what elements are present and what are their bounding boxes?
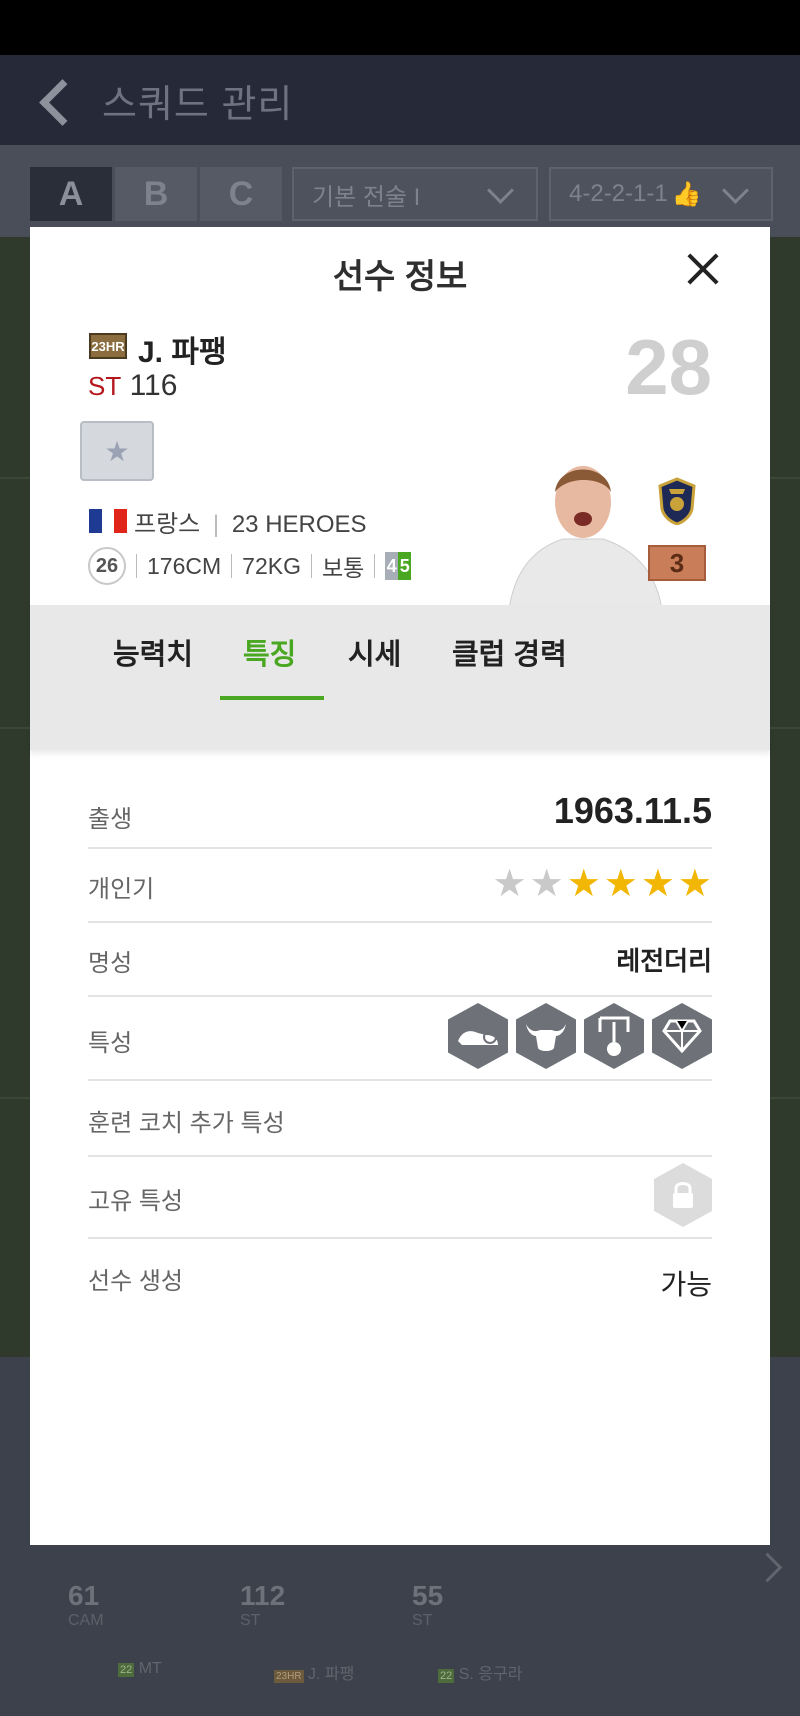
squad-toolbar: A B C 기본 전술 I 4-2-2-1-1 👍 [0, 145, 800, 237]
close-icon[interactable] [681, 249, 725, 293]
tactic-select[interactable]: 기본 전술 I [292, 167, 538, 221]
body-type-value: 보통 [321, 555, 365, 581]
status-bar [0, 0, 800, 55]
player-info-modal: 선수 정보 23HR J. 파팽 ST 116 28 ★ 프랑스 | 23 HE… [30, 227, 770, 1545]
team-crest-icon [658, 477, 696, 525]
unique-traits-row: 고유 특성 [88, 1155, 712, 1239]
left-foot-value: 4 [385, 552, 399, 580]
bench-player-ovr: 112 [240, 1580, 286, 1611]
star-filled-icon: ★ [603, 863, 638, 905]
star-filled-icon: ★ [640, 863, 675, 905]
modal-title: 선수 정보 [332, 258, 468, 296]
active-tab-indicator [220, 696, 324, 700]
chevron-down-icon [487, 177, 514, 204]
tab-club-history[interactable]: 클럽 경력 [452, 631, 567, 673]
popularity-row: 개인기 ★ ★ ★ ★ ★ ★ [88, 847, 712, 923]
bench-player-badge: 22 [118, 1663, 135, 1677]
traits-row: 특성 [88, 995, 712, 1081]
squad-tab-b[interactable]: B [115, 167, 197, 221]
bench-player-card[interactable]: 61 CAM [68, 1580, 104, 1630]
bench-player-card[interactable]: 55 ST [412, 1580, 443, 1630]
birth-row: 출생 1963.11.5 [88, 785, 712, 849]
star-filled-icon: ★ [677, 863, 712, 905]
traits-icons [448, 1003, 712, 1069]
bench-player-card[interactable]: 112 ST [240, 1580, 285, 1630]
season-badge: 23HR [89, 333, 127, 359]
formation-select[interactable]: 4-2-2-1-1 👍 [549, 167, 773, 221]
position-ovr-value: 116 [129, 369, 178, 402]
overall-rating: 28 [625, 323, 712, 411]
age-badge: 26 [88, 547, 126, 585]
chevron-down-icon [722, 177, 749, 204]
formation-select-value: 4-2-2-1-1 [569, 180, 668, 207]
coach-traits-label: 훈련 코치 추가 특성 [88, 1110, 285, 1137]
height-value: 176CM [147, 552, 222, 579]
squad-tab-a[interactable]: A [30, 167, 112, 221]
diamond-icon[interactable] [652, 1003, 712, 1069]
popularity-label: 개인기 [88, 876, 155, 903]
creation-row: 선수 생성 가능 [88, 1237, 712, 1317]
reputation-value: 레전더리 [616, 946, 712, 976]
bench-player-pos: ST [412, 1612, 433, 1629]
back-arrow-icon[interactable] [30, 70, 90, 130]
bench-player-pos: ST [240, 1612, 261, 1629]
creation-value: 가능 [660, 1269, 712, 1300]
bench-player-badge: 22 [438, 1669, 455, 1683]
coach-traits-row: 훈련 코치 추가 특성 [88, 1079, 712, 1157]
popularity-stars: ★ ★ ★ ★ ★ ★ [493, 865, 712, 903]
locked-trait [654, 1163, 712, 1227]
player-name: J. 파팽 [138, 336, 227, 369]
goal-poacher-icon[interactable] [584, 1003, 644, 1069]
bench-player-badge: 23HR [274, 1670, 304, 1683]
finesse-shot-icon[interactable] [448, 1003, 508, 1069]
enhancement-grade-badge: 3 [648, 545, 706, 581]
tab-price[interactable]: 시세 [348, 631, 401, 673]
reputation-row: 명성 레전더리 [88, 921, 712, 997]
france-flag-icon [89, 509, 128, 533]
creation-label: 선수 생성 [88, 1268, 183, 1295]
position-ovr: ST 116 [88, 369, 177, 403]
bench-player-ovr: 55 [412, 1580, 444, 1611]
page-title: 스쿼드 관리 [102, 83, 294, 126]
foot-ratings: 4 5 [385, 552, 412, 580]
birth-label: 출생 [88, 806, 133, 833]
bench-player-name: 23HR J. 파팽 [274, 1666, 355, 1683]
squad-tab-c[interactable]: C [200, 167, 282, 221]
physical-info: 26 176CM 72KG 보통 4 5 [88, 547, 412, 585]
thumbs-up-icon: 👍 [671, 180, 702, 208]
bench-player-ovr: 61 [68, 1580, 100, 1611]
top-bar: 스쿼드 관리 [0, 55, 800, 145]
birth-value: 1963.11.5 [553, 790, 712, 831]
star-empty-icon: ★ [492, 863, 527, 905]
nation-season: 프랑스 | 23 HEROES [134, 511, 367, 538]
next-arrow-icon[interactable] [752, 1552, 783, 1583]
traits-label: 특성 [88, 1030, 133, 1057]
tactic-select-value: 기본 전술 I [312, 183, 421, 211]
weight-value: 72KG [242, 552, 301, 579]
tab-stats[interactable]: 능력치 [113, 631, 193, 673]
bench-player-name: 22 MT [118, 1660, 162, 1677]
info-tabs: 능력치 특징 시세 클럽 경력 [30, 605, 770, 750]
bench-player-pos: CAM [68, 1612, 104, 1629]
star-empty-icon: ★ [529, 863, 564, 905]
tab-traits[interactable]: 특징 [243, 631, 296, 673]
unique-traits-label: 고유 특성 [88, 1188, 183, 1215]
reputation-label: 명성 [88, 950, 133, 977]
lock-icon [654, 1163, 712, 1227]
position-label: ST [88, 371, 122, 401]
star-filled-icon: ★ [566, 863, 601, 905]
player-portrait [507, 466, 664, 617]
favorite-star-button[interactable]: ★ [80, 421, 154, 481]
bull-icon[interactable] [516, 1003, 576, 1069]
bench-player-name: 22 S. 응구라 [438, 1666, 523, 1683]
right-foot-value: 5 [398, 552, 412, 580]
